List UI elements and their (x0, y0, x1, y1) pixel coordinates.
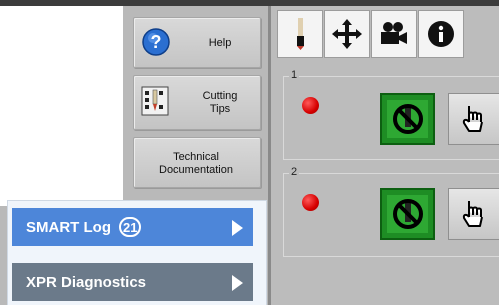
help-label: Help (208, 37, 232, 49)
preview-panel (0, 6, 124, 206)
xpr-diagnostics-menu-item[interactable]: XPR Diagnostics (12, 263, 253, 301)
chevron-right-icon (232, 220, 243, 236)
station-group-1: 1 (283, 69, 499, 160)
manual-control-button-2[interactable] (448, 188, 499, 240)
smart-log-label: SMART Log (26, 218, 111, 236)
no-torch-icon (392, 104, 423, 134)
manual-control-button-1[interactable] (448, 93, 499, 145)
disable-button-2[interactable] (380, 188, 435, 240)
help-button[interactable]: ? Help (133, 17, 261, 68)
camera-icon (381, 22, 407, 44)
tab-camera[interactable] (371, 10, 417, 58)
cutting-tips-label: Cutting Tips (202, 90, 238, 115)
info-icon (428, 21, 454, 47)
no-torch-icon (392, 199, 423, 229)
tab-move[interactable] (324, 10, 370, 58)
status-led-1 (302, 97, 319, 114)
xpr-diagnostics-label: XPR Diagnostics (26, 273, 147, 291)
help-icon: ? (142, 28, 170, 56)
station-group-2: 2 (283, 166, 499, 257)
svg-text:?: ? (151, 32, 162, 52)
smart-log-menu-item[interactable]: SMART Log 21 (12, 208, 253, 246)
tab-torch[interactable] (277, 10, 323, 58)
technical-documentation-button[interactable]: Technical Documentation (133, 137, 261, 188)
hand-pointer-icon (462, 201, 483, 227)
disable-button-1[interactable] (380, 93, 435, 145)
status-led-2 (302, 194, 319, 211)
technical-documentation-label: Technical Documentation (159, 151, 233, 176)
station-2-label: 2 (289, 166, 300, 178)
cutting-tips-icon (141, 86, 169, 116)
tool-tabs (277, 10, 465, 58)
tab-info[interactable] (418, 10, 464, 58)
smart-log-count-badge: 21 (118, 217, 142, 237)
torch-icon (297, 18, 304, 50)
station-1-label: 1 (289, 69, 300, 81)
move-arrows-icon (332, 19, 362, 49)
hand-pointer-icon (462, 106, 483, 132)
chevron-right-icon (232, 275, 243, 291)
station-panel: 1 2 (271, 6, 499, 305)
cutting-tips-button[interactable]: Cutting Tips (133, 75, 261, 130)
